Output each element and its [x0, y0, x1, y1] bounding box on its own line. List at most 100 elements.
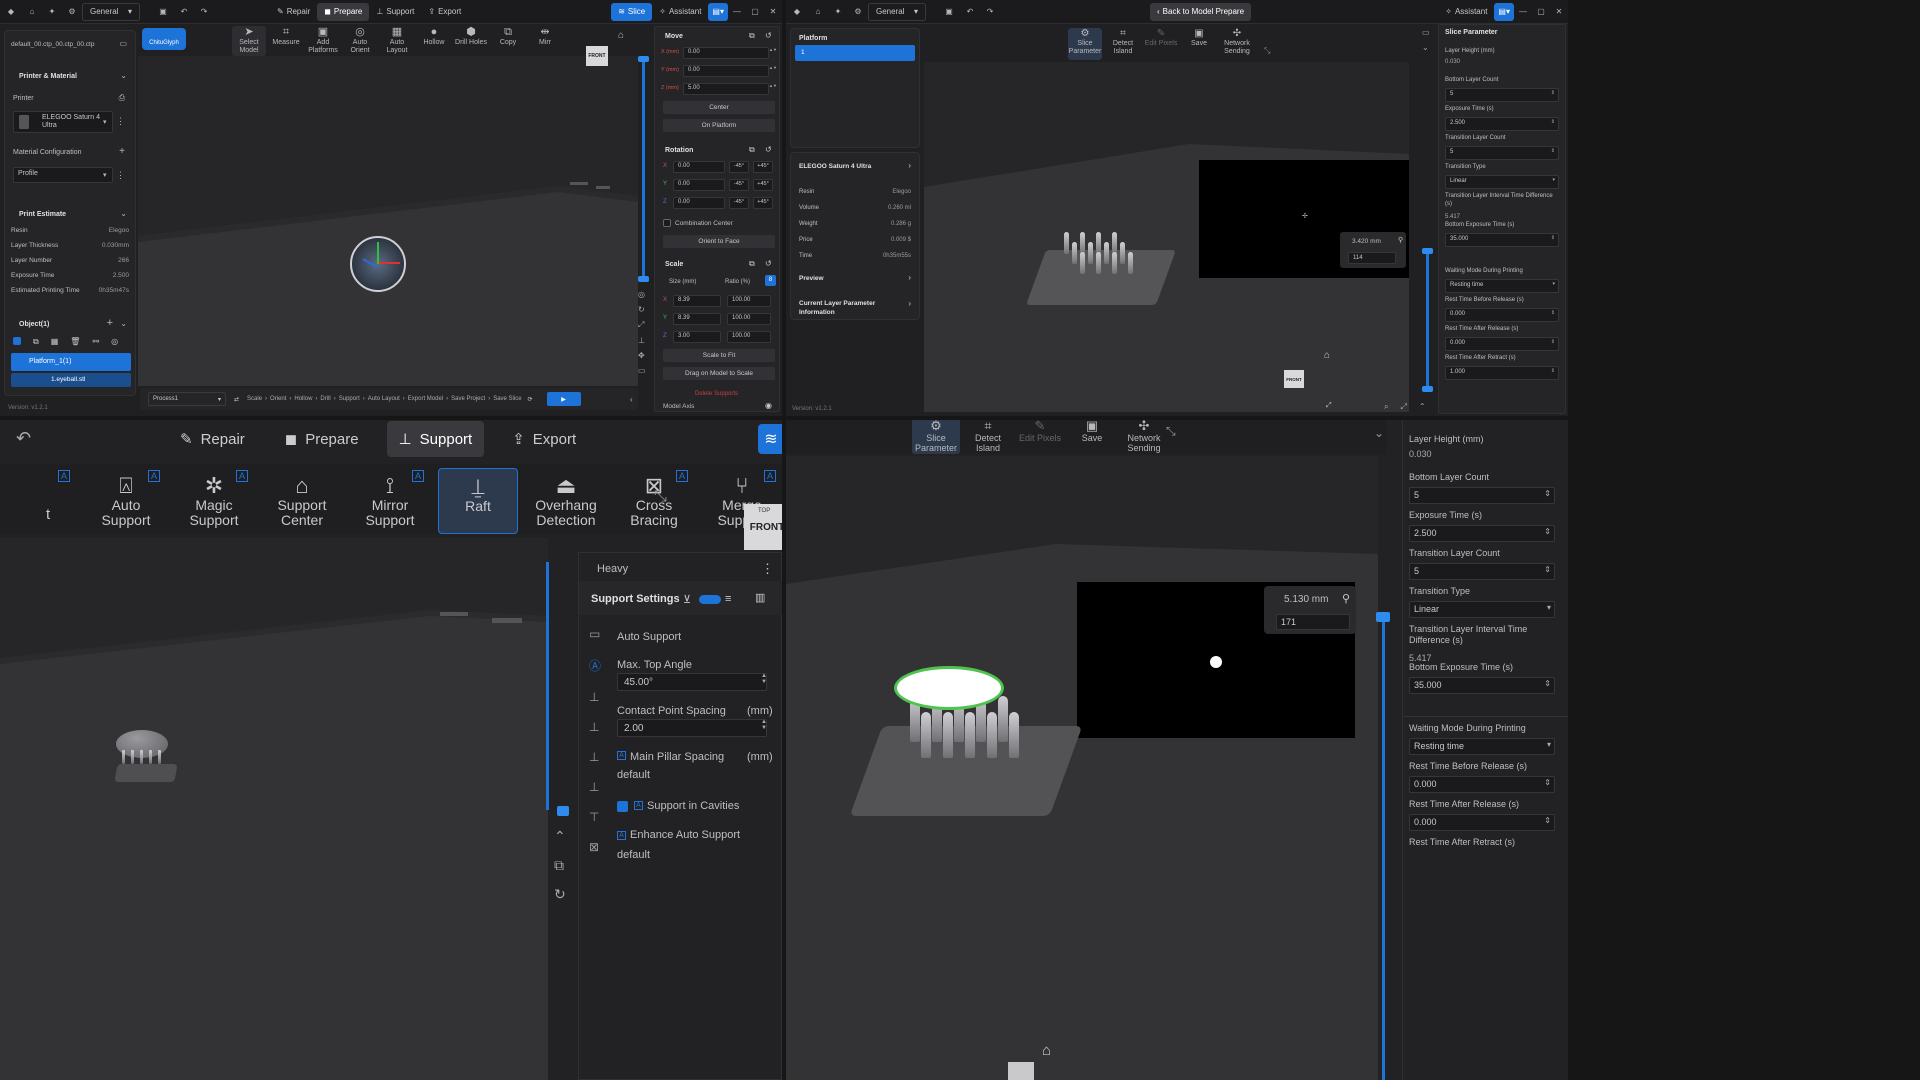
chevron-down-icon[interactable]: ▾ [1552, 177, 1555, 183]
save-icon[interactable]: ▣ [938, 7, 960, 16]
pin-icon[interactable]: ⚲ [1342, 592, 1350, 605]
rotate-minus-button[interactable]: -45° [729, 161, 749, 173]
stepper-icon[interactable]: ⇕ [1551, 310, 1555, 316]
param-input[interactable]: 5 ⇕ [1445, 146, 1559, 160]
contact-icon[interactable]: ⊥ [589, 690, 601, 704]
collapse-icon[interactable]: ⤡ [1166, 424, 1176, 439]
print-estimate-header[interactable]: Print Estimate [19, 211, 66, 218]
rotation-input[interactable]: 0.00 [673, 161, 725, 173]
back-button[interactable]: ‹ Back to Model Prepare [1150, 2, 1252, 21]
undo-icon[interactable]: ↶ [174, 7, 194, 16]
pipeline-step[interactable]: Scale [247, 396, 262, 402]
rotate-icon[interactable]: ↻ [554, 886, 566, 903]
copy-icon[interactable]: ⧉ [33, 337, 39, 347]
gizmo-y-axis[interactable] [377, 242, 379, 264]
home-view-icon[interactable]: ⌂ [618, 30, 624, 41]
slice-zoom-viewport[interactable]: 5.130 mm ⚲ 171 ⌂ [786, 456, 1378, 1080]
auto-support-icon[interactable]: ▭ [589, 627, 601, 641]
current-layer-header[interactable]: Current Layer Parameter Information [799, 299, 895, 317]
tool-hollow[interactable]: ● Hollow [417, 26, 451, 56]
move-stepper[interactable]: ▲▼ [769, 65, 777, 70]
pipeline-step[interactable]: Support [339, 396, 360, 402]
branch-icon[interactable]: ⊥ [589, 750, 601, 764]
tool-save[interactable]: ▣ Save [1182, 28, 1216, 60]
chevron-right-icon[interactable]: › [908, 161, 911, 170]
pipeline-step[interactable]: Orient [270, 396, 286, 402]
scale-fit-button[interactable]: Scale to Fit [663, 349, 775, 362]
zoom-icon[interactable]: ⌕ [1384, 402, 1388, 412]
tool-drill-holes[interactable]: ⬢ Drill Holes [454, 26, 488, 56]
chevron-down-icon[interactable]: ⌄ [120, 209, 127, 218]
visibility-icon[interactable]: ◎ [111, 337, 118, 347]
drag-scale-button[interactable]: Drag on Model to Scale [663, 367, 775, 380]
pin-icon[interactable]: ⚲ [1398, 236, 1403, 244]
on-platform-button[interactable]: On Platform [663, 119, 775, 132]
brace-icon[interactable]: ⊠ [589, 840, 601, 854]
orient-face-button[interactable]: Orient to Face [663, 235, 775, 248]
tool-edit-pixels[interactable]: ✎ Edit Pixels [1144, 28, 1178, 60]
view-cube[interactable]: FRONT [586, 46, 608, 66]
chevron-down-icon[interactable]: ▾ [103, 171, 107, 179]
general-dropdown[interactable]: General ▾ [82, 2, 140, 21]
printer-settings-icon[interactable]: ⎙ [119, 93, 125, 103]
lock-ratio-icon[interactable]: 8 [765, 275, 776, 286]
rotation-input[interactable]: 0.00 [673, 179, 725, 191]
add-icon[interactable]: + [119, 146, 125, 157]
group-icon[interactable]: ▦ [51, 337, 59, 347]
eye-icon[interactable]: ◉ [765, 401, 772, 410]
measure-icon[interactable]: ▭ [638, 366, 646, 375]
more-icon[interactable]: ⋮ [116, 170, 125, 181]
home-view-icon[interactable]: ⌂ [1324, 350, 1330, 361]
scale-ratio-input[interactable]: 100.00 [727, 295, 771, 307]
layer-number-input[interactable]: 114 [1348, 252, 1396, 264]
param-input[interactable]: 2.500 ⇕ [1445, 117, 1559, 131]
rotate-icon[interactable]: ↻ [638, 305, 646, 314]
layout-button[interactable]: ▤▾ [708, 2, 728, 21]
rotate-plus-button[interactable]: +45° [753, 179, 773, 191]
app-logo-icon[interactable]: ◆ [786, 7, 808, 16]
tool-save[interactable]: ▣ Save [1068, 420, 1116, 454]
tool-measure[interactable]: ⌗ Measure [269, 26, 303, 56]
stepper-icon[interactable]: ⇕ [1551, 235, 1555, 241]
more-icon[interactable]: ⋮ [116, 116, 125, 127]
param-input[interactable]: 2.500 ⇕ [1409, 525, 1555, 542]
view-cube[interactable] [1008, 1062, 1034, 1080]
minimize-icon[interactable]: — [728, 7, 746, 16]
slice-layer-slider[interactable] [1426, 250, 1429, 390]
platform-row[interactable]: Platform_1(1) [11, 353, 131, 371]
pipeline-step[interactable]: Save Slice [493, 396, 521, 402]
raft-icon[interactable]: ⊤ [589, 810, 601, 824]
collapse-left-icon[interactable]: ‹ [630, 395, 633, 404]
chevron-down-icon[interactable]: ⌄ [120, 71, 127, 80]
tool-select-model[interactable]: ➤ Select Model [232, 26, 266, 56]
book-icon[interactable]: ▥ [755, 591, 765, 604]
center-button[interactable]: Center [663, 101, 775, 114]
copy-icon[interactable]: ⧉ [749, 145, 755, 155]
layer-slider-track[interactable] [642, 58, 645, 278]
base-icon[interactable]: ⊥ [589, 780, 601, 794]
tool-detect-island[interactable]: ⌗ Detect Island [964, 420, 1012, 454]
support-slider-handle[interactable] [557, 806, 569, 816]
slice-viewport[interactable]: ✢ 3.420 mm ⚲ 114 ⌂ FRONT ⤢ [924, 62, 1409, 412]
platform-item[interactable]: 1 [795, 45, 915, 61]
reset-icon[interactable]: ↺ [765, 31, 772, 40]
chevron-down-icon[interactable]: ▾ [103, 118, 107, 126]
stepper-icon[interactable]: ⇕ [1544, 816, 1551, 825]
chevron-down-icon[interactable]: ⌄ [120, 319, 127, 328]
slice-layers-button[interactable]: ≋ [758, 424, 782, 454]
redo-icon[interactable]: ↷ [980, 7, 1000, 16]
copy-icon[interactable]: ⧉ [749, 259, 755, 269]
objects-header[interactable]: Object(1) [19, 321, 49, 328]
support-viewport[interactable]: FRONT TOP [0, 504, 782, 1080]
tool-slice-parameter[interactable]: ⚙ Slice Parameter [1068, 28, 1102, 60]
settings-icon[interactable]: ⚙ [62, 7, 82, 16]
minimize-icon[interactable]: — [1514, 7, 1532, 16]
cavities-checkbox[interactable] [617, 801, 628, 812]
save-icon[interactable]: ▣ [152, 7, 174, 16]
tab-support[interactable]: ⊥ Support [369, 3, 421, 21]
tab-repair[interactable]: ✎ Repair [270, 3, 317, 21]
stepper-icon[interactable]: ⇕ [1544, 527, 1551, 536]
tool-network-sending[interactable]: ✣ Network Sending [1120, 420, 1168, 454]
pipeline-step[interactable]: Drill [320, 396, 330, 402]
mode-toggle[interactable] [699, 595, 721, 604]
